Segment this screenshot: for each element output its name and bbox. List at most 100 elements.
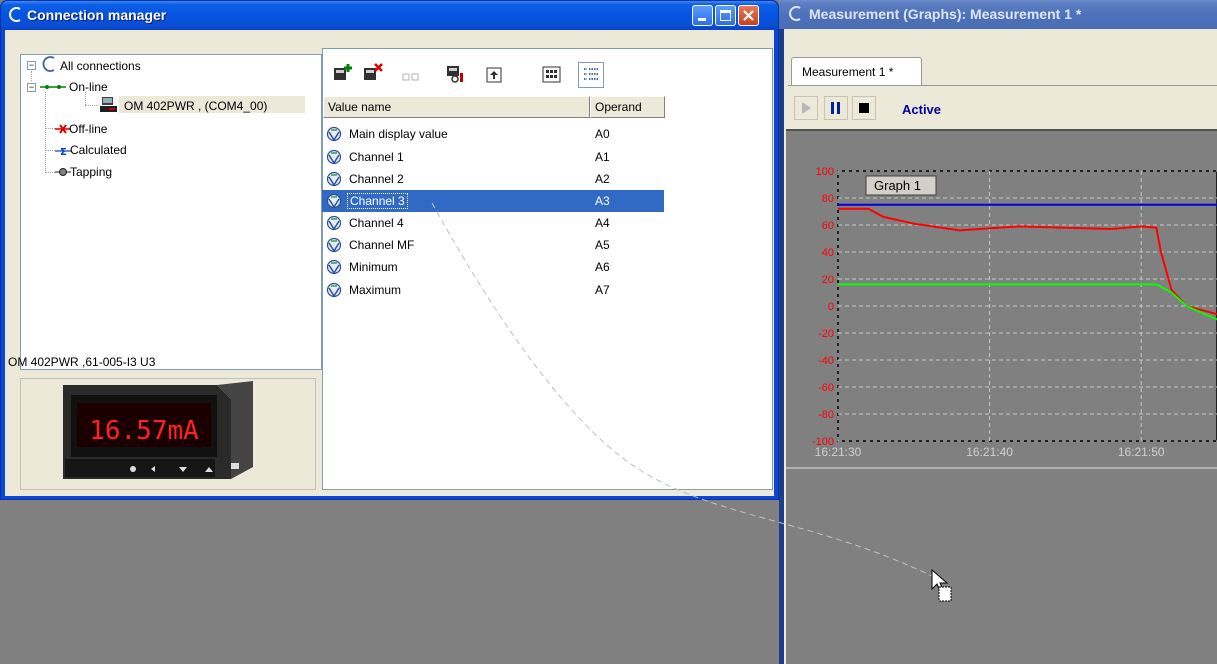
measurement-title-bar[interactable]: Measurement (Graphs): Measurement 1 *	[779, 0, 1217, 29]
play-button[interactable]	[794, 96, 818, 120]
parent-folder-icon[interactable]	[483, 64, 507, 86]
x-tick-label: 16:21:40	[966, 445, 1013, 459]
device-image: 16.57mA	[20, 378, 316, 490]
value-operand: A1	[595, 150, 610, 164]
all-connections-icon	[42, 56, 55, 72]
measurement-window-title: Measurement (Graphs): Measurement 1 *	[809, 6, 1082, 22]
y-tick-label: 40	[822, 247, 834, 259]
tab-measurement-1[interactable]: Measurement 1 *	[791, 57, 922, 85]
delete-value-icon[interactable]	[362, 62, 386, 84]
value-name: Channel 2	[349, 172, 404, 186]
y-tick-label: 20	[822, 274, 834, 286]
y-tick-label: -60	[818, 382, 834, 394]
drag-cursor-icon	[931, 569, 952, 602]
value-row[interactable]: Main display value A0	[322, 123, 664, 145]
tree-connector	[45, 172, 55, 173]
y-tick-label: -20	[818, 328, 834, 340]
y-tick-label: 60	[822, 220, 834, 232]
tree-item-all-connections[interactable]: All connections	[60, 59, 141, 73]
add-value-icon[interactable]	[332, 62, 356, 84]
value-row[interactable]: Maximum A7	[322, 279, 664, 301]
tree-item-online[interactable]: On-line	[69, 80, 108, 94]
x-tick-label: 16:21:30	[815, 445, 862, 459]
y-tick-label: 100	[816, 166, 834, 178]
maximize-button[interactable]	[715, 5, 736, 26]
play-icon	[802, 102, 811, 114]
svg-text:Σ: Σ	[60, 147, 67, 157]
value-operand: A5	[595, 238, 610, 252]
details-view-button[interactable]	[578, 62, 604, 88]
tree-connector	[85, 92, 86, 105]
value-icon	[326, 282, 342, 298]
title-bar[interactable]: Connection manager	[1, 1, 778, 30]
tree-item-device[interactable]: OM 402PWR , (COM4_00)	[124, 99, 267, 113]
value-icon	[326, 126, 342, 142]
measurement-body: Measurement 1 * Active 100 80 60 40 20 0 -20 -4…	[784, 29, 1217, 664]
value-row[interactable]: Channel 4 A4	[322, 212, 664, 234]
close-icon	[743, 10, 754, 21]
value-operand: A0	[595, 127, 610, 141]
value-icon	[326, 171, 342, 187]
tree-connector	[31, 71, 32, 81]
y-tick-label: -80	[818, 409, 834, 421]
tree-connector	[85, 105, 97, 106]
tab-label: Measurement 1 *	[802, 65, 894, 79]
tree-item-calculated[interactable]: Calculated	[70, 143, 127, 157]
tree-item-offline[interactable]: Off-line	[69, 122, 107, 136]
stop-button[interactable]	[852, 96, 876, 120]
maximize-icon	[720, 10, 731, 21]
online-icon	[40, 85, 66, 89]
value-row[interactable]: Minimum A6	[322, 256, 664, 278]
value-name: Channel 3	[347, 193, 408, 209]
pause-button[interactable]	[824, 96, 848, 120]
value-row[interactable]: Channel 1 A1	[322, 146, 664, 168]
value-operand: A6	[595, 260, 610, 274]
measurement-window: Measurement (Graphs): Measurement 1 * Me…	[779, 0, 1217, 664]
graph-title: Graph 1	[874, 178, 921, 193]
value-name: Minimum	[349, 260, 398, 274]
value-row[interactable]: Channel 3 A3	[322, 190, 664, 212]
device-info-label: OM 402PWR ,61-005-I3 U3	[8, 355, 156, 369]
value-operand: A3	[595, 194, 610, 208]
column-header-operand[interactable]: Operand	[590, 96, 665, 118]
value-name: Channel 1	[349, 150, 404, 164]
value-properties-icon[interactable]	[443, 62, 467, 84]
value-name: Maximum	[349, 283, 402, 297]
value-icon	[326, 215, 342, 231]
stop-icon	[859, 103, 869, 113]
tree-expander-root[interactable]: −	[27, 61, 36, 70]
copy-value-icon	[402, 73, 419, 81]
device-icon	[100, 97, 117, 112]
tapping-icon	[55, 168, 71, 176]
value-operand: A7	[595, 283, 610, 297]
large-icons-view-icon[interactable]	[540, 64, 564, 86]
pause-icon	[831, 102, 840, 114]
tree-connector	[45, 150, 55, 151]
value-name: Channel 4	[349, 216, 404, 230]
graph-area[interactable]: 100 80 60 40 20 0 -20 -40 -60 -80 -100 16:21:30 16:2…	[786, 129, 1217, 664]
y-tick-label: 0	[828, 301, 834, 313]
window-title: Connection manager	[27, 7, 167, 23]
tree-connector	[45, 128, 55, 129]
value-icon	[326, 193, 342, 209]
device-display-readout: 16.57mA	[89, 416, 199, 446]
value-icon	[326, 149, 342, 165]
x-tick-label: 16:21:50	[1118, 445, 1165, 459]
tree-item-tapping[interactable]: Tapping	[70, 165, 112, 179]
value-icon	[326, 237, 342, 253]
minimize-icon	[698, 18, 706, 21]
y-tick-label: -40	[818, 355, 834, 367]
tab-strip-border	[788, 85, 1217, 86]
value-operand: A2	[595, 172, 610, 186]
value-row[interactable]: Channel MF A5	[322, 234, 664, 256]
calculated-icon: Σ	[55, 147, 71, 157]
column-header-value-name[interactable]: Value name	[323, 96, 590, 118]
value-row[interactable]: Channel 2 A2	[322, 168, 664, 190]
close-button[interactable]	[738, 5, 759, 26]
graph-1-chart[interactable]: 100806040200-20-40-60-80-10016:21:30 16:2…	[786, 131, 1217, 664]
value-name: Channel MF	[349, 238, 415, 252]
minimize-button[interactable]	[692, 5, 713, 26]
connection-app-icon	[9, 7, 21, 22]
y-tick-label: 80	[822, 193, 834, 205]
tree-expander-online[interactable]: −	[27, 83, 36, 92]
